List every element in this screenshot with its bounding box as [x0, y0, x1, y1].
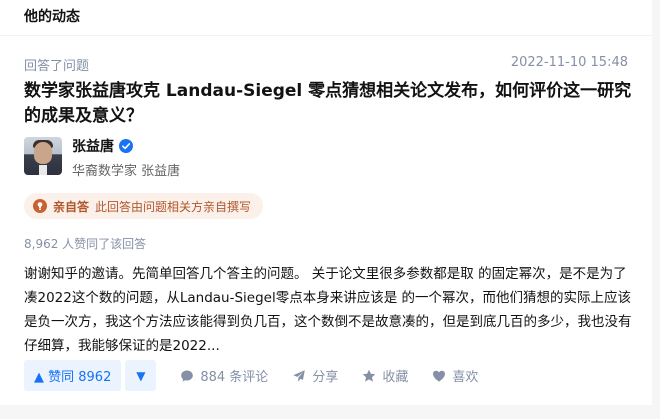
heart-icon	[433, 370, 446, 382]
author-bio: 华裔数学家 张益唐	[72, 164, 181, 179]
vote-up-button[interactable]: ▲ 赞同 8962	[24, 360, 122, 391]
favorite-button[interactable]: 收藏	[362, 366, 408, 385]
question-title-link[interactable]: 数学家张益唐攻克 Landau-Siegel 零点猜想相关论文发布，如何评价这一…	[24, 79, 634, 129]
badge-strong-label: 亲自答	[53, 199, 90, 214]
favorite-label: 收藏	[382, 370, 409, 385]
activity-timestamp: 2022-11-10 15:48	[510, 55, 628, 70]
comment-icon	[181, 370, 194, 381]
upvote-count-text: 8,962 人赞同了该回答	[24, 237, 147, 251]
vote-down-button[interactable]: ▼	[125, 360, 157, 391]
action-bar: ▲ 赞同 8962 ▼ 884 条评论 分享 收藏 喜欢	[24, 360, 478, 391]
author-name[interactable]: 张益唐	[72, 136, 114, 156]
share-label: 分享	[312, 370, 339, 385]
like-button[interactable]: 喜欢	[432, 366, 478, 385]
activity-meta: 回答了问题 2022-11-10 15:48	[24, 55, 628, 74]
share-icon	[293, 369, 306, 382]
avatar[interactable]	[24, 137, 62, 175]
share-button[interactable]: 分享	[292, 366, 338, 385]
author-block: 张益唐 华裔数学家 张益唐	[24, 137, 180, 179]
own-answer-icon	[33, 199, 47, 213]
star-icon	[363, 369, 376, 382]
like-label: 喜欢	[452, 370, 479, 385]
badge-text: 此回答由问题相关方亲自撰写	[95, 199, 252, 214]
comment-count-label: 884 条评论	[200, 370, 269, 385]
answer-excerpt[interactable]: 谢谢知乎的邀请。先简单回答几个答主的问题。 关于论文里很多参数都是取 的固定幂次…	[24, 262, 632, 358]
activity-type: 回答了问题	[24, 59, 90, 74]
section-title: 他的动态	[0, 0, 652, 36]
activity-card: 他的动态 回答了问题 2022-11-10 15:48 数学家张益唐攻克 Lan…	[0, 0, 652, 405]
own-answer-badge: 亲自答 此回答由问题相关方亲自撰写	[24, 193, 264, 219]
verified-icon	[119, 139, 133, 153]
comment-button[interactable]: 884 条评论	[180, 366, 268, 385]
